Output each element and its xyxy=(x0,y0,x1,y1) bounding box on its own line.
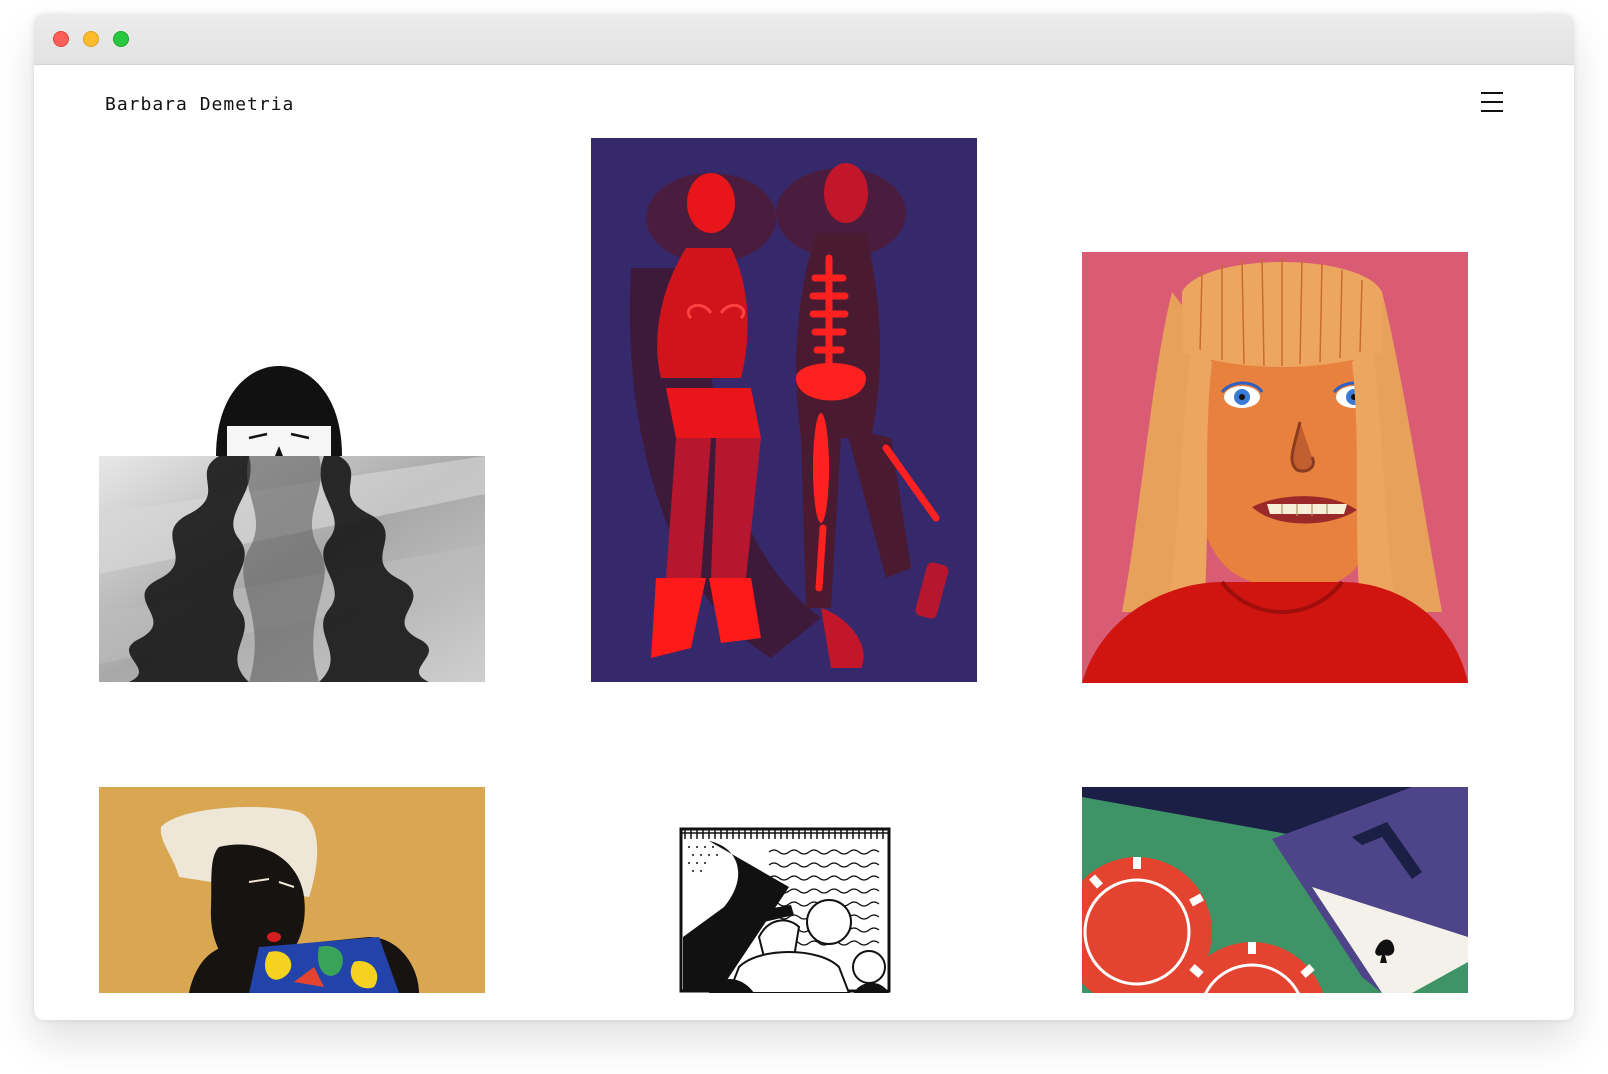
illustration-blonde-portrait xyxy=(1082,252,1468,683)
illustration-poker-table xyxy=(1082,787,1468,993)
gallery-item-sleeping-women[interactable] xyxy=(591,138,977,682)
close-window-button[interactable] xyxy=(53,31,69,47)
minimize-window-button[interactable] xyxy=(83,31,99,47)
gallery-item-hair-portrait[interactable] xyxy=(99,364,485,682)
illustration-sleeping-women xyxy=(591,138,977,682)
gallery-item-comic-panel[interactable] xyxy=(679,827,891,993)
illustration-white-hair-woman xyxy=(99,787,485,993)
window-titlebar xyxy=(34,14,1574,65)
illustration-hair-portrait xyxy=(99,366,485,682)
browser-window: Barbara Demetria xyxy=(34,14,1574,1020)
zoom-window-button[interactable] xyxy=(113,31,129,47)
gallery-item-blonde-portrait[interactable] xyxy=(1082,252,1468,683)
gallery-item-white-hair-woman[interactable] xyxy=(99,787,485,993)
illustration-comic-panel xyxy=(679,827,891,993)
hamburger-menu-icon[interactable] xyxy=(1481,92,1503,114)
site-title[interactable]: Barbara Demetria xyxy=(105,94,294,115)
gallery-item-poker-table[interactable] xyxy=(1082,787,1468,993)
